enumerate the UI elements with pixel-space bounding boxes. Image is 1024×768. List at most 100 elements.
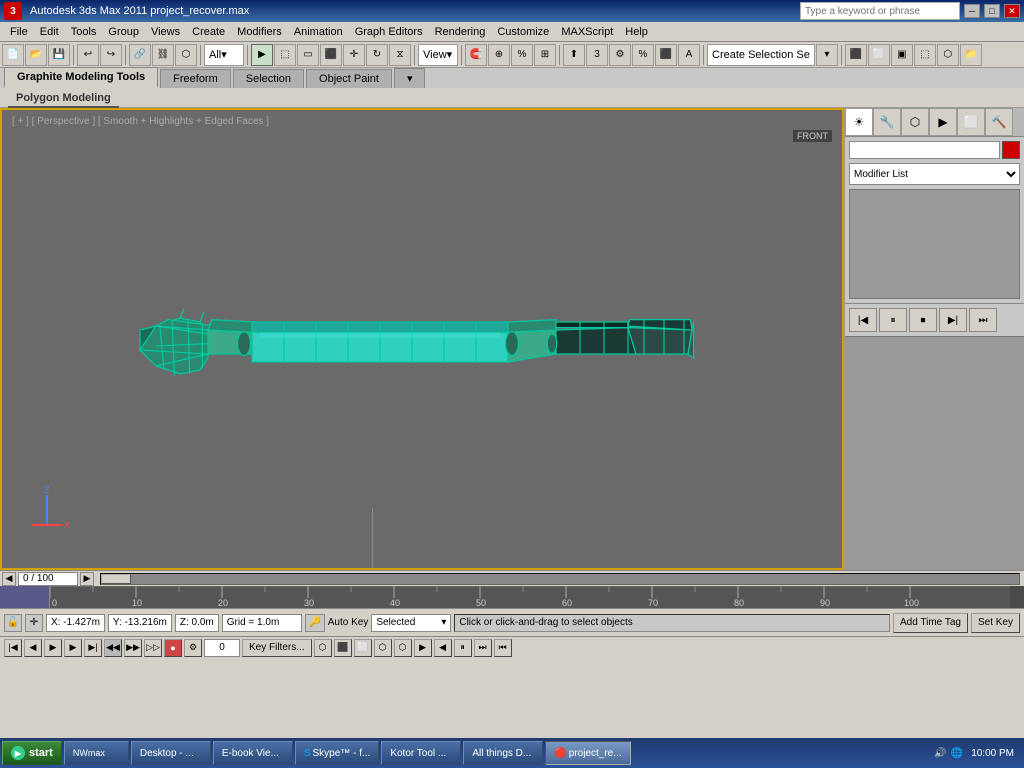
taskbar-item-project[interactable]: 🔴project_re... xyxy=(545,741,630,765)
anim-prev-frame[interactable]: ◀ xyxy=(24,639,42,657)
tab-expand[interactable]: ▾ xyxy=(394,68,426,88)
anim-extra2[interactable]: ⬛ xyxy=(334,639,352,657)
snap2-button[interactable]: ⊕ xyxy=(488,44,510,66)
start-button[interactable]: ▶ start xyxy=(2,741,62,765)
modifier-name-input[interactable] xyxy=(849,141,1000,159)
render3-button[interactable]: ⬛ xyxy=(655,44,677,66)
tab-freeform[interactable]: Freeform xyxy=(160,69,231,88)
maximize-button[interactable]: □ xyxy=(984,4,1000,18)
taskbar-item-nwmax[interactable]: NWmax xyxy=(64,741,129,765)
select-region-button[interactable]: ⬚ xyxy=(274,44,296,66)
taskbar-item-kotor[interactable]: Kotor Tool ... xyxy=(381,741,461,765)
anim-extra5[interactable]: ⬡ xyxy=(394,639,412,657)
text-button[interactable]: A xyxy=(678,44,700,66)
create-selection-set[interactable]: Create Selection Se xyxy=(707,44,815,66)
rp-tab-display2[interactable]: ⬜ xyxy=(957,108,985,136)
menu-item-help[interactable]: Help xyxy=(619,24,654,40)
selection-set-dropdown[interactable]: ▾ xyxy=(816,44,838,66)
taskbar-item-ebook[interactable]: E-book Vie... xyxy=(213,741,293,765)
menu-item-maxscript[interactable]: MAXScript xyxy=(555,24,619,40)
rp-last-btn[interactable]: ⏭ xyxy=(969,308,997,332)
minimize-button[interactable]: ─ xyxy=(964,4,980,18)
taskbar-item-allthings[interactable]: All things D... xyxy=(463,741,543,765)
lock-icon[interactable]: 🔓 xyxy=(4,614,22,632)
render-type-button[interactable]: 3 xyxy=(586,44,608,66)
select-button[interactable]: ▶ xyxy=(251,44,273,66)
rp-tab-modify[interactable]: 🔧 xyxy=(873,108,901,136)
snap-button[interactable]: 🧲 xyxy=(465,44,487,66)
tools1-button[interactable]: ⬛ xyxy=(845,44,867,66)
timeline-ruler[interactable]: 0 10 20 30 40 50 60 70 80 90 100 xyxy=(0,586,1024,608)
anim-options[interactable]: ⚙ xyxy=(184,639,202,657)
snap4-button[interactable]: ⊞ xyxy=(534,44,556,66)
anim-extra7[interactable]: ◀ xyxy=(434,639,452,657)
timeline-scroll-track[interactable] xyxy=(100,573,1020,585)
rp-next-key[interactable]: ▶| xyxy=(939,308,967,332)
percent-button[interactable]: % xyxy=(632,44,654,66)
key-icon[interactable]: 🔑 xyxy=(305,614,325,632)
link-button[interactable]: 🔗 xyxy=(129,44,151,66)
menu-item-modifiers[interactable]: Modifiers xyxy=(231,24,288,40)
close-button[interactable]: ✕ xyxy=(1004,4,1020,18)
bind-button[interactable]: ⬡ xyxy=(175,44,197,66)
menu-item-rendering[interactable]: Rendering xyxy=(429,24,492,40)
search-box[interactable] xyxy=(800,2,960,20)
tab-graphite-modeling-tools[interactable]: Graphite Modeling Tools xyxy=(4,67,158,88)
anim-extra8[interactable]: ⏸ xyxy=(454,639,472,657)
rp-tab-display[interactable]: ☀ xyxy=(845,108,873,136)
anim-record[interactable]: ● xyxy=(164,639,182,657)
taskbar-item-skype[interactable]: SSkype™ - f... xyxy=(295,741,379,765)
rp-pause-btn[interactable]: ⏸ xyxy=(879,308,907,332)
timeline-prev-btn[interactable]: ◀ xyxy=(2,572,16,586)
menu-item-file[interactable]: File xyxy=(4,24,34,40)
anim-extra3[interactable]: ⬜ xyxy=(354,639,372,657)
anim-play-mode[interactable]: ▶▶ xyxy=(124,639,142,657)
timeline-next-btn[interactable]: ▶ xyxy=(80,572,94,586)
rp-tab-utilities[interactable]: 🔨 xyxy=(985,108,1013,136)
view-dropdown[interactable]: View▾ xyxy=(418,44,458,66)
search-input[interactable] xyxy=(805,6,935,17)
sub-tab-polygon-modeling[interactable]: Polygon Modeling xyxy=(8,90,119,108)
viewport[interactable]: [ + ] [ Perspective ] [ Smooth + Highlig… xyxy=(0,108,844,570)
render2-button[interactable]: ⚙ xyxy=(609,44,631,66)
anim-next-frame[interactable]: ▶ xyxy=(64,639,82,657)
render-frame-button[interactable]: ⬆ xyxy=(563,44,585,66)
set-key-button[interactable]: Set Key xyxy=(971,613,1020,633)
rp-prev-key[interactable]: |◀ xyxy=(849,308,877,332)
anim-extra9[interactable]: ⏭ xyxy=(474,639,492,657)
anim-extra4[interactable]: ⬡ xyxy=(374,639,392,657)
tab-selection[interactable]: Selection xyxy=(233,69,304,88)
menu-item-graph-editors[interactable]: Graph Editors xyxy=(349,24,429,40)
all-dropdown[interactable]: All▾ xyxy=(204,44,244,66)
add-time-tag-button[interactable]: Add Time Tag xyxy=(893,613,968,633)
modifier-color-swatch[interactable] xyxy=(1002,141,1020,159)
selected-dropdown[interactable]: Selected ▾ xyxy=(371,614,451,632)
menu-item-tools[interactable]: Tools xyxy=(65,24,103,40)
select-rect-button[interactable]: ▭ xyxy=(297,44,319,66)
rp-tab-hierarchy[interactable]: ⬡ xyxy=(901,108,929,136)
anim-extra10[interactable]: ⏮ xyxy=(494,639,512,657)
menu-item-create[interactable]: Create xyxy=(186,24,231,40)
anim-play[interactable]: ▶ xyxy=(44,639,62,657)
anim-extra6[interactable]: ▶ xyxy=(414,639,432,657)
move-icon[interactable]: ✛ xyxy=(25,614,43,632)
menu-item-animation[interactable]: Animation xyxy=(288,24,349,40)
move-button[interactable]: ✛ xyxy=(343,44,365,66)
anim-next-key2[interactable]: ▷▷ xyxy=(144,639,162,657)
taskbar-item-desktop[interactable]: Desktop - ... xyxy=(131,741,211,765)
modifier-list-dropdown[interactable]: Modifier List xyxy=(849,163,1020,185)
select-window-button[interactable]: ⬛ xyxy=(320,44,342,66)
anim-prev-key2[interactable]: ◀◀ xyxy=(104,639,122,657)
snap3-button[interactable]: % xyxy=(511,44,533,66)
rp-stop-btn[interactable]: ⏹ xyxy=(909,308,937,332)
tools3-button[interactable]: ▣ xyxy=(891,44,913,66)
tools2-button[interactable]: ⬜ xyxy=(868,44,890,66)
open-button[interactable]: 📂 xyxy=(25,44,47,66)
anim-go-start[interactable]: |◀ xyxy=(4,639,22,657)
save-button[interactable]: 💾 xyxy=(48,44,70,66)
rp-tab-motion[interactable]: ▶ xyxy=(929,108,957,136)
timeline-scroll-thumb[interactable] xyxy=(101,574,131,584)
tools6-button[interactable]: 📁 xyxy=(960,44,982,66)
anim-extra1[interactable]: ⬡ xyxy=(314,639,332,657)
tools4-button[interactable]: ⬚ xyxy=(914,44,936,66)
